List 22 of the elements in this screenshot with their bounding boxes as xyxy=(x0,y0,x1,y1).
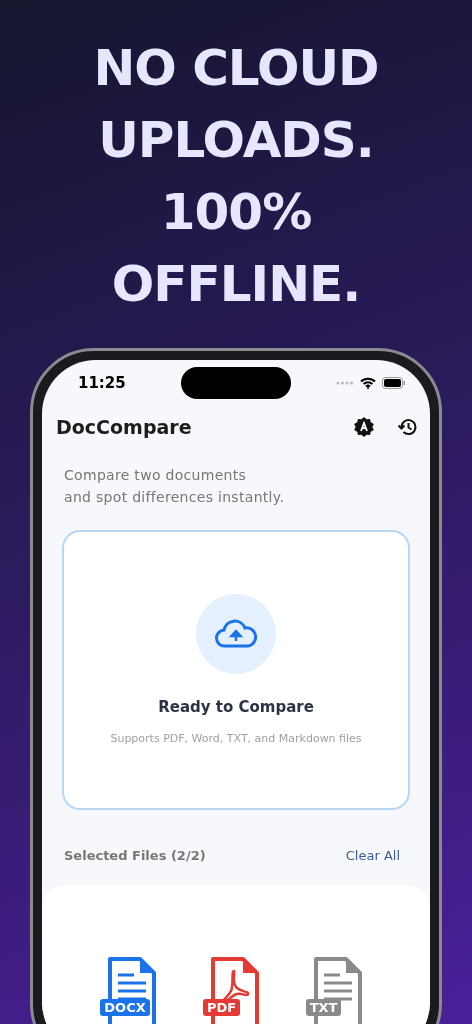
intro-text: and spot differences instantly. xyxy=(64,488,286,507)
headline: NO CLOUD xyxy=(93,38,379,99)
wifi-icon xyxy=(360,377,376,389)
file-type-label: TXT xyxy=(305,999,342,1016)
history-icon[interactable] xyxy=(398,417,418,437)
cloud-upload-icon xyxy=(214,619,258,649)
headline: 100% xyxy=(160,182,312,243)
app-title: DocCompare xyxy=(56,416,192,438)
battery-icon xyxy=(382,377,406,389)
drop-zone[interactable]: Ready to Compare Supports PDF, Word, TXT, and Markdown files xyxy=(62,530,410,810)
status-time: 11:25 xyxy=(78,374,127,392)
headline: OFFLINE. xyxy=(111,254,361,315)
intro-text: Compare two documents xyxy=(64,466,248,485)
theme-badge-icon[interactable] xyxy=(354,417,374,437)
clear-all-link[interactable]: Clear All xyxy=(345,848,400,863)
selected-files-label: Selected Files (2/2) xyxy=(64,848,206,863)
drop-subtitle: Supports PDF, Word, TXT, and Markdown files xyxy=(110,732,362,745)
drop-title: Ready to Compare xyxy=(158,698,314,716)
signal-icon xyxy=(336,381,354,385)
file-type-label: DOCX xyxy=(100,999,150,1016)
headline: UPLOADS. xyxy=(98,110,374,171)
file-type-label: PDF xyxy=(203,999,241,1016)
